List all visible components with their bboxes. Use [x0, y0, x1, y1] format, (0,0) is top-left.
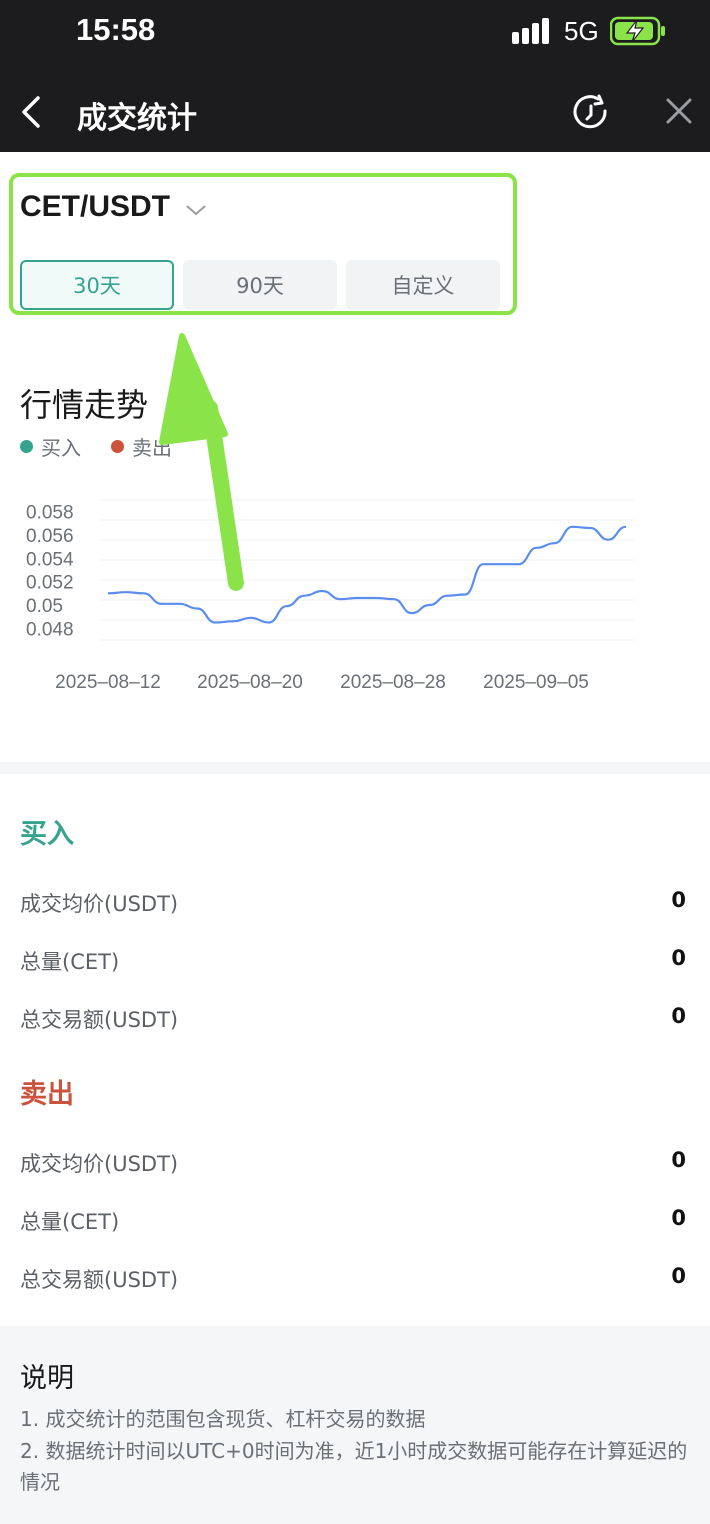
sell-avg-price-label: 成交均价(USDT) [20, 1152, 179, 1176]
network-type: 5G [564, 16, 599, 46]
y-tick-label: 0.048 [26, 619, 74, 640]
trend-title: 行情走势 [20, 386, 149, 424]
sell-title: 卖出 [20, 1079, 74, 1110]
y-tick-label: 0.054 [26, 549, 74, 570]
x-tick-label: 2025–08–20 [197, 672, 303, 693]
buy-amount-value: 0 [671, 1004, 686, 1028]
section-divider [0, 762, 710, 774]
annotation-arrow [159, 333, 244, 591]
battery-charging-icon [610, 16, 665, 46]
highlight-box [9, 173, 517, 315]
legend-buy-label: 买入 [41, 436, 81, 460]
legend-buy-dot [20, 440, 33, 453]
x-tick-label: 2025–08–28 [340, 672, 446, 693]
signal-icon [512, 18, 549, 44]
status-time: 15:58 [76, 12, 156, 47]
y-tick-label: 0.052 [26, 573, 74, 594]
legend-buy: 买入 [20, 432, 81, 461]
price-trend-chart: 0.0480.050.052 0.0540.0560.058 2025–08–12 2… [26, 499, 634, 693]
y-tick-label: 0.05 [26, 596, 63, 617]
x-tick-label: 2025–09–05 [483, 672, 589, 693]
app-header: 15:58 5G 成交统计 [0, 0, 710, 152]
legend-sell-dot [111, 440, 124, 453]
notes-title: 说明 [20, 1363, 74, 1394]
sell-volume-label: 总量(CET) [20, 1210, 120, 1234]
y-tick-label: 0.056 [26, 526, 74, 547]
buy-title: 买入 [20, 819, 74, 850]
note-item-2: 2. 数据统计时间以UTC+0时间为准，近1小时成交数据可能存在计算延迟的情况 [20, 1439, 688, 1494]
buy-volume-label: 总量(CET) [20, 950, 120, 974]
notes-panel: 说明 1. 成交统计的范围包含现货、杠杆交易的数据 2. 数据统计时间以UTC+… [0, 1326, 710, 1524]
close-icon[interactable] [662, 94, 696, 128]
page-title: 成交统计 [77, 101, 197, 136]
sell-volume-value: 0 [671, 1206, 686, 1230]
note-item-1: 1. 成交统计的范围包含现货、杠杆交易的数据 [20, 1407, 426, 1431]
buy-amount-label: 总交易额(USDT) [20, 1008, 179, 1032]
buy-avg-price-value: 0 [671, 888, 686, 912]
sell-amount-label: 总交易额(USDT) [20, 1268, 179, 1292]
refresh-icon[interactable] [572, 94, 610, 132]
sell-avg-price-value: 0 [671, 1148, 686, 1172]
back-button[interactable] [14, 90, 54, 134]
y-tick-label: 0.058 [26, 503, 74, 524]
buy-avg-price-label: 成交均价(USDT) [20, 892, 179, 916]
x-tick-label: 2025–08–12 [55, 672, 161, 693]
sell-amount-value: 0 [671, 1264, 686, 1288]
buy-volume-value: 0 [671, 946, 686, 970]
